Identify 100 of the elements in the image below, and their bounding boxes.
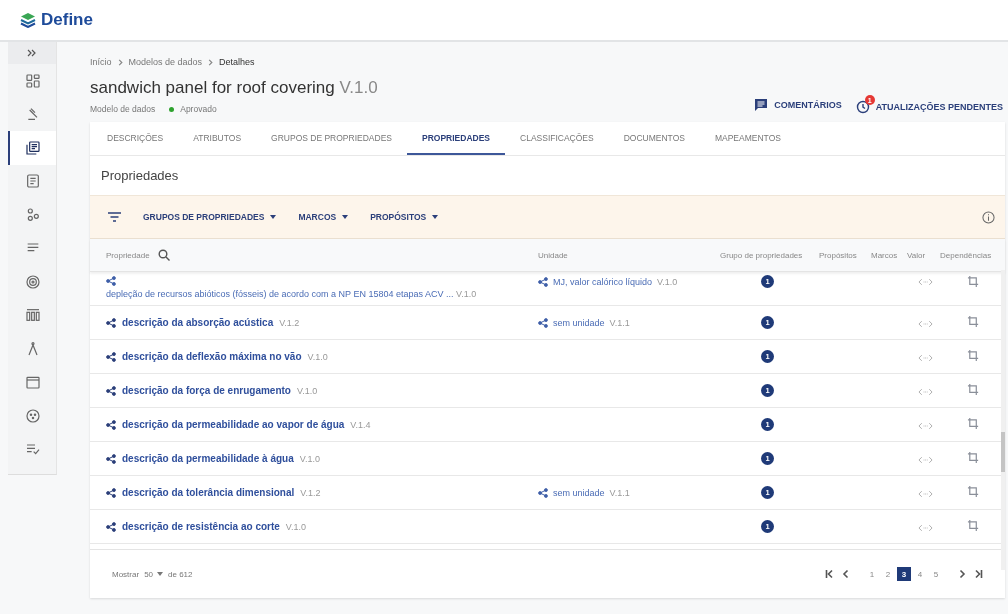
share-icon (106, 317, 116, 328)
property-link[interactable]: depleção de recursos abióticos (fósseis) de acordo com a NP EN 15804 etapas ACV ... V.1.0 (106, 289, 538, 299)
sidebar-item[interactable] (8, 131, 56, 165)
filter-icon[interactable] (108, 212, 121, 222)
page-button[interactable]: 5 (929, 567, 943, 581)
share-icon (538, 487, 548, 498)
info-icon[interactable] (982, 210, 995, 224)
crop-icon[interactable] (967, 382, 980, 396)
property-link[interactable]: descrição da permeabilidade à água (122, 453, 294, 464)
caret-icon (342, 215, 349, 219)
tab[interactable]: ATRIBUTOS (178, 122, 257, 155)
first-page-icon (825, 569, 835, 579)
scrollbar-thumb[interactable] (1001, 432, 1005, 472)
status-label: Aprovado (180, 104, 217, 114)
filter-dropdown[interactable]: PROPÓSITOS (370, 212, 439, 222)
unit-link[interactable]: MJ, valor calórico líquido (553, 277, 653, 287)
search-icon[interactable] (157, 249, 170, 261)
caret-icon (432, 215, 439, 219)
property-version: V.1.0 (299, 453, 320, 464)
code-icon[interactable] (918, 523, 933, 532)
unit-link[interactable]: sem unidade (553, 317, 605, 328)
share-icon (106, 521, 116, 532)
comments-button[interactable]: COMENTÁRIOS (754, 97, 842, 112)
tab[interactable]: MAPEAMENTOS (699, 122, 796, 155)
share-icon (106, 487, 116, 498)
logo-icon (20, 12, 36, 28)
property-version: V.1.0 (296, 385, 318, 396)
page-button[interactable]: 2 (881, 567, 895, 581)
page-size-dropdown[interactable]: 50 (144, 569, 164, 579)
property-link[interactable]: descrição da tolerância dimensional (122, 487, 295, 498)
breadcrumb-link[interactable]: Início (90, 57, 112, 67)
crop-icon[interactable] (967, 484, 980, 498)
tab[interactable]: GRUPOS DE PROPRIEDADES (256, 122, 407, 155)
caret-icon (270, 215, 277, 219)
property-version: V.1.2 (279, 317, 300, 328)
property-version: V.1.0 (307, 351, 328, 362)
target-icon (25, 273, 41, 290)
crop-icon[interactable] (967, 518, 980, 532)
code-icon[interactable] (918, 387, 933, 396)
double-chevron-icon (27, 49, 37, 57)
share-icon (106, 453, 116, 464)
column-header: Dependências (940, 250, 993, 260)
status-dot (169, 106, 175, 112)
filter-dropdown[interactable]: MARCOS (298, 212, 349, 222)
crop-icon[interactable] (967, 275, 980, 288)
column-header: Valor (907, 250, 927, 260)
section-title: Propriedades (101, 168, 179, 183)
page-button[interactable]: 1 (865, 567, 879, 581)
crop-icon[interactable] (967, 348, 980, 362)
unit-version: V.1.0 (657, 277, 678, 287)
calendar-icon (25, 374, 41, 391)
tab[interactable]: PROPRIEDADES (407, 122, 505, 155)
code-icon[interactable] (918, 278, 933, 286)
code-icon[interactable] (918, 489, 933, 498)
unit-version: V.1.1 (609, 317, 630, 328)
property-link[interactable]: descrição da deflexão máxima no vão (122, 351, 302, 362)
page-button[interactable]: 3 (897, 567, 911, 581)
chevron-icon (207, 58, 215, 66)
tab[interactable]: CLASSIFICAÇÕES (505, 122, 609, 155)
expand-sidebar-button[interactable] (8, 42, 56, 64)
property-link[interactable]: descrição da absorção acústica (122, 317, 274, 328)
chevron-left-icon (841, 569, 851, 579)
dashboard-icon (25, 72, 41, 89)
code-icon[interactable] (918, 319, 933, 328)
share-icon (106, 276, 116, 286)
column-header: Propriedade (106, 250, 150, 260)
crop-icon[interactable] (967, 416, 980, 430)
total-count: de 612 (168, 569, 193, 579)
property-link[interactable]: descrição da força de enrugamento (122, 385, 291, 396)
page-button[interactable]: 4 (913, 567, 927, 581)
crop-icon[interactable] (967, 314, 980, 328)
tab[interactable]: DOCUMENTOS (608, 122, 700, 155)
property-link[interactable]: descrição da permeabilidade ao vapor de água (122, 419, 345, 430)
chevron-right-icon (957, 569, 967, 579)
subtitle: Modelo de dados (90, 104, 156, 114)
filter-dropdown[interactable]: GRUPOS DE PROPRIEDADES (143, 212, 277, 222)
property-version: V.1.2 (300, 487, 321, 498)
crop-icon[interactable] (967, 450, 980, 464)
column-header: Unidade (538, 250, 569, 260)
property-link[interactable]: descrição de resistência ao corte (122, 521, 280, 532)
code-icon[interactable] (918, 455, 933, 464)
tab[interactable]: DESCRIÇÕES (92, 122, 179, 155)
unit-link[interactable]: sem unidade (553, 487, 605, 498)
code-icon[interactable] (918, 421, 933, 430)
column-header: Grupo de propriedades (720, 250, 804, 260)
unit-version: V.1.1 (609, 487, 630, 498)
library-icon (25, 139, 41, 156)
page-title: sandwich panel for roof covering V.1.0 (90, 78, 378, 98)
share-icon (538, 317, 548, 328)
share-icon (538, 277, 548, 287)
columns-icon (25, 307, 41, 324)
property-version: V.1.4 (350, 419, 371, 430)
clock-icon (855, 100, 870, 114)
share-icon (106, 385, 116, 396)
share-icon (106, 419, 116, 430)
circles-icon (25, 206, 41, 223)
dots-circle-icon (25, 407, 41, 424)
column-header: Propósitos (819, 250, 858, 260)
code-icon[interactable] (918, 353, 933, 362)
breadcrumb-link[interactable]: Modelos de dados (128, 57, 203, 67)
